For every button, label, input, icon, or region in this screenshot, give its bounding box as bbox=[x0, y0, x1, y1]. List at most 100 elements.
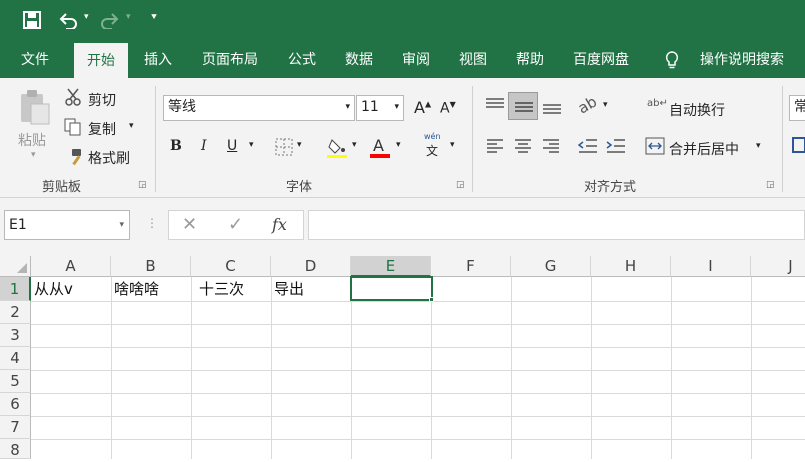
orientation-icon[interactable]: ab bbox=[575, 93, 600, 118]
font-size-box[interactable]: 11 ▾ bbox=[356, 95, 404, 121]
tab-view[interactable]: 视图 bbox=[449, 40, 497, 78]
phonetic-guide-label[interactable]: wén bbox=[424, 132, 441, 141]
row-header-7[interactable]: 7 bbox=[0, 416, 31, 439]
fill-color-icon[interactable] bbox=[326, 136, 348, 158]
copy-button[interactable]: 复制 bbox=[88, 119, 116, 139]
increase-font-size-icon[interactable]: A▲ bbox=[414, 98, 431, 117]
font-color-dropdown-icon[interactable]: ▾ bbox=[396, 140, 401, 150]
row-header-1[interactable]: 1 bbox=[0, 277, 31, 301]
paste-label[interactable]: 粘贴 bbox=[18, 130, 46, 150]
borders-icon[interactable] bbox=[275, 138, 293, 156]
italic-button[interactable]: I bbox=[201, 138, 207, 154]
alignment-launcher-icon[interactable]: ◲ bbox=[766, 180, 775, 190]
tell-me-search[interactable]: 操作说明搜索 bbox=[690, 40, 794, 78]
clipboard-launcher-icon[interactable]: ◲ bbox=[138, 180, 147, 190]
divider bbox=[782, 86, 783, 192]
cell-c1[interactable]: 十三次 bbox=[191, 278, 271, 301]
tab-baidu-netdisk[interactable]: 百度网盘 bbox=[563, 40, 639, 78]
tab-home[interactable]: 开始 bbox=[74, 43, 128, 78]
redo-icon[interactable] bbox=[100, 11, 120, 29]
phonetic-guide-char[interactable]: 文 bbox=[426, 142, 438, 159]
underline-button[interactable]: U bbox=[227, 138, 237, 154]
tab-page-layout[interactable]: 页面布局 bbox=[192, 40, 268, 78]
borders-dropdown-icon[interactable]: ▾ bbox=[297, 140, 302, 150]
row-header-2[interactable]: 2 bbox=[0, 301, 31, 324]
bottom-align-icon[interactable] bbox=[541, 98, 563, 116]
gridline bbox=[351, 277, 352, 459]
align-right-icon[interactable] bbox=[542, 138, 560, 154]
tab-file[interactable]: 文件 bbox=[10, 40, 60, 78]
undo-icon[interactable] bbox=[58, 11, 78, 29]
title-bar: ▾ ▾ ⯆ bbox=[0, 0, 805, 40]
column-header-j[interactable]: J bbox=[751, 256, 805, 277]
paste-dropdown-icon[interactable]: ▾ bbox=[31, 150, 36, 160]
wrap-text-button[interactable]: 自动换行 bbox=[669, 100, 725, 120]
row-header-6[interactable]: 6 bbox=[0, 393, 31, 416]
tab-review[interactable]: 审阅 bbox=[392, 40, 440, 78]
font-launcher-icon[interactable]: ◲ bbox=[456, 180, 465, 190]
undo-dropdown-icon[interactable]: ▾ bbox=[84, 12, 89, 22]
merge-dropdown-icon[interactable]: ▾ bbox=[756, 141, 761, 151]
fill-color-dropdown-icon[interactable]: ▾ bbox=[352, 140, 357, 150]
column-header-g[interactable]: G bbox=[511, 256, 591, 277]
font-color-icon[interactable]: A bbox=[369, 136, 391, 158]
column-header-d[interactable]: D bbox=[271, 256, 351, 277]
name-box-value: E1 bbox=[9, 217, 27, 233]
format-painter-button[interactable]: 格式刷 bbox=[88, 148, 130, 168]
tab-data[interactable]: 数据 bbox=[335, 40, 383, 78]
save-icon[interactable] bbox=[23, 11, 41, 29]
number-format-box[interactable]: 常 bbox=[789, 95, 805, 121]
column-header-f[interactable]: F bbox=[431, 256, 511, 277]
paste-icon[interactable] bbox=[18, 88, 52, 126]
decrease-indent-icon[interactable] bbox=[578, 138, 598, 154]
align-center-icon[interactable] bbox=[514, 138, 532, 154]
tab-insert[interactable]: 插入 bbox=[134, 40, 182, 78]
row-header-4[interactable]: 4 bbox=[0, 347, 31, 370]
column-header-b[interactable]: B bbox=[111, 256, 191, 277]
column-header-c[interactable]: C bbox=[191, 256, 271, 277]
copy-dropdown-icon[interactable]: ▾ bbox=[129, 121, 134, 131]
select-all-button[interactable] bbox=[0, 256, 31, 277]
fill-handle[interactable] bbox=[429, 297, 434, 302]
decrease-font-size-icon[interactable]: A▼ bbox=[440, 100, 456, 117]
font-name-box[interactable]: 等线 ▾ bbox=[163, 95, 355, 121]
align-left-icon[interactable] bbox=[486, 138, 504, 154]
phonetic-dropdown-icon[interactable]: ▾ bbox=[450, 140, 455, 150]
middle-align-button[interactable] bbox=[508, 92, 538, 120]
enter-icon[interactable]: ✓ bbox=[228, 214, 243, 235]
increase-indent-icon[interactable] bbox=[606, 138, 626, 154]
row-header-3[interactable]: 3 bbox=[0, 324, 31, 347]
column-header-i[interactable]: I bbox=[671, 256, 751, 277]
insert-function-button[interactable]: fx bbox=[272, 215, 287, 234]
column-header-a[interactable]: A bbox=[31, 256, 111, 277]
gridline bbox=[191, 277, 192, 459]
cell-a1[interactable]: 从从v bbox=[31, 278, 111, 301]
active-cell-e1[interactable] bbox=[350, 276, 433, 301]
column-header-e[interactable]: E bbox=[351, 256, 431, 277]
gridline bbox=[31, 439, 805, 440]
merge-center-button[interactable]: 合并后居中 bbox=[669, 139, 739, 159]
chevron-down-icon[interactable]: ▾ bbox=[394, 96, 399, 118]
cell-d1[interactable]: 导出 bbox=[271, 278, 351, 301]
tab-formulas[interactable]: 公式 bbox=[278, 40, 326, 78]
chevron-down-icon[interactable]: ▾ bbox=[119, 211, 124, 239]
underline-dropdown-icon[interactable]: ▾ bbox=[249, 140, 254, 150]
chevron-down-icon[interactable]: ▾ bbox=[345, 96, 350, 118]
customize-qat-icon[interactable]: ⯆ bbox=[150, 12, 158, 23]
font-group-label: 字体 bbox=[286, 180, 313, 195]
tab-help[interactable]: 帮助 bbox=[506, 40, 554, 78]
name-box[interactable]: E1 ▾ bbox=[4, 210, 130, 240]
row-header-8[interactable]: 8 bbox=[0, 439, 31, 459]
top-align-icon[interactable] bbox=[484, 96, 506, 114]
conditional-format-icon[interactable] bbox=[792, 136, 805, 156]
column-header-h[interactable]: H bbox=[591, 256, 671, 277]
cut-button[interactable]: 剪切 bbox=[88, 90, 116, 110]
bold-button[interactable]: B bbox=[170, 138, 182, 154]
formula-input[interactable] bbox=[308, 210, 805, 240]
orientation-dropdown-icon[interactable]: ▾ bbox=[603, 100, 608, 110]
redo-dropdown-icon[interactable]: ▾ bbox=[126, 12, 131, 22]
cancel-icon[interactable]: ✕ bbox=[182, 214, 197, 235]
row-header-5[interactable]: 5 bbox=[0, 370, 31, 393]
cell-b1[interactable]: 啥啥啥 bbox=[111, 278, 191, 301]
scissors-icon bbox=[65, 88, 81, 106]
